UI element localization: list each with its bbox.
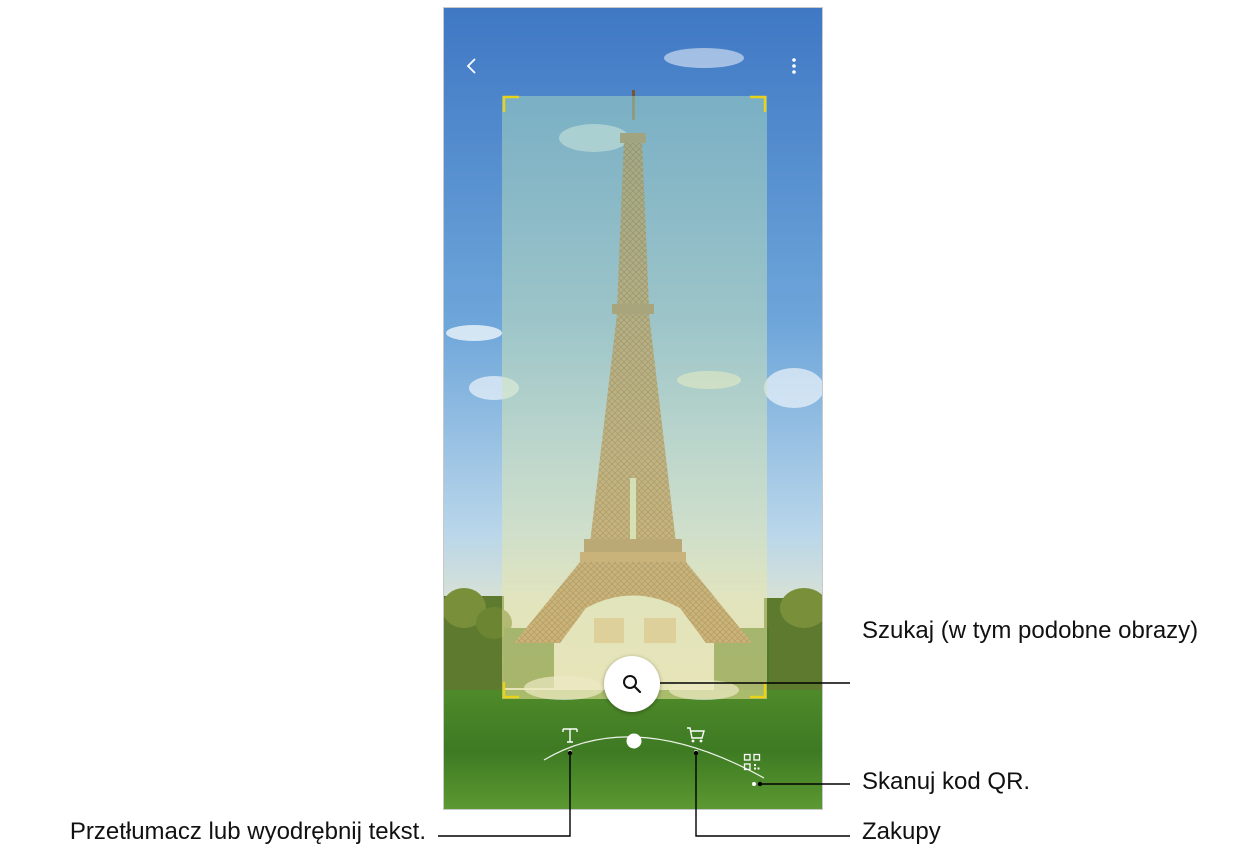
cart-icon [687, 727, 705, 743]
cloud [664, 48, 744, 68]
more-options-button[interactable] [780, 52, 808, 80]
mode-dot-qr[interactable] [752, 782, 756, 786]
detection-area [502, 96, 767, 699]
more-vertical-icon [792, 58, 796, 74]
callout-shopping-label: Zakupy [862, 818, 941, 845]
mode-dot-shopping[interactable] [694, 750, 698, 754]
back-button[interactable] [458, 52, 486, 80]
magnifier-icon [623, 675, 642, 694]
callout-search-label: Szukaj (w tym podobne obrazy) [862, 617, 1199, 644]
mode-dot-text[interactable] [568, 750, 572, 754]
text-icon [562, 728, 578, 743]
text-mode-button[interactable] [558, 723, 582, 747]
callout-text-label: Przetłumacz lub wyodrębnij tekst. [69, 818, 426, 845]
search-button[interactable] [604, 656, 660, 712]
phone-screen [443, 7, 823, 810]
mode-dot-search[interactable] [626, 733, 642, 749]
qr-code-icon [743, 753, 761, 771]
cloud [446, 325, 502, 341]
qr-mode-button[interactable] [740, 750, 764, 774]
chevron-left-icon [466, 58, 476, 74]
callout-qr-label: Skanuj kod QR. [862, 768, 1031, 795]
shopping-mode-button[interactable] [684, 723, 708, 747]
cloud [764, 368, 822, 408]
